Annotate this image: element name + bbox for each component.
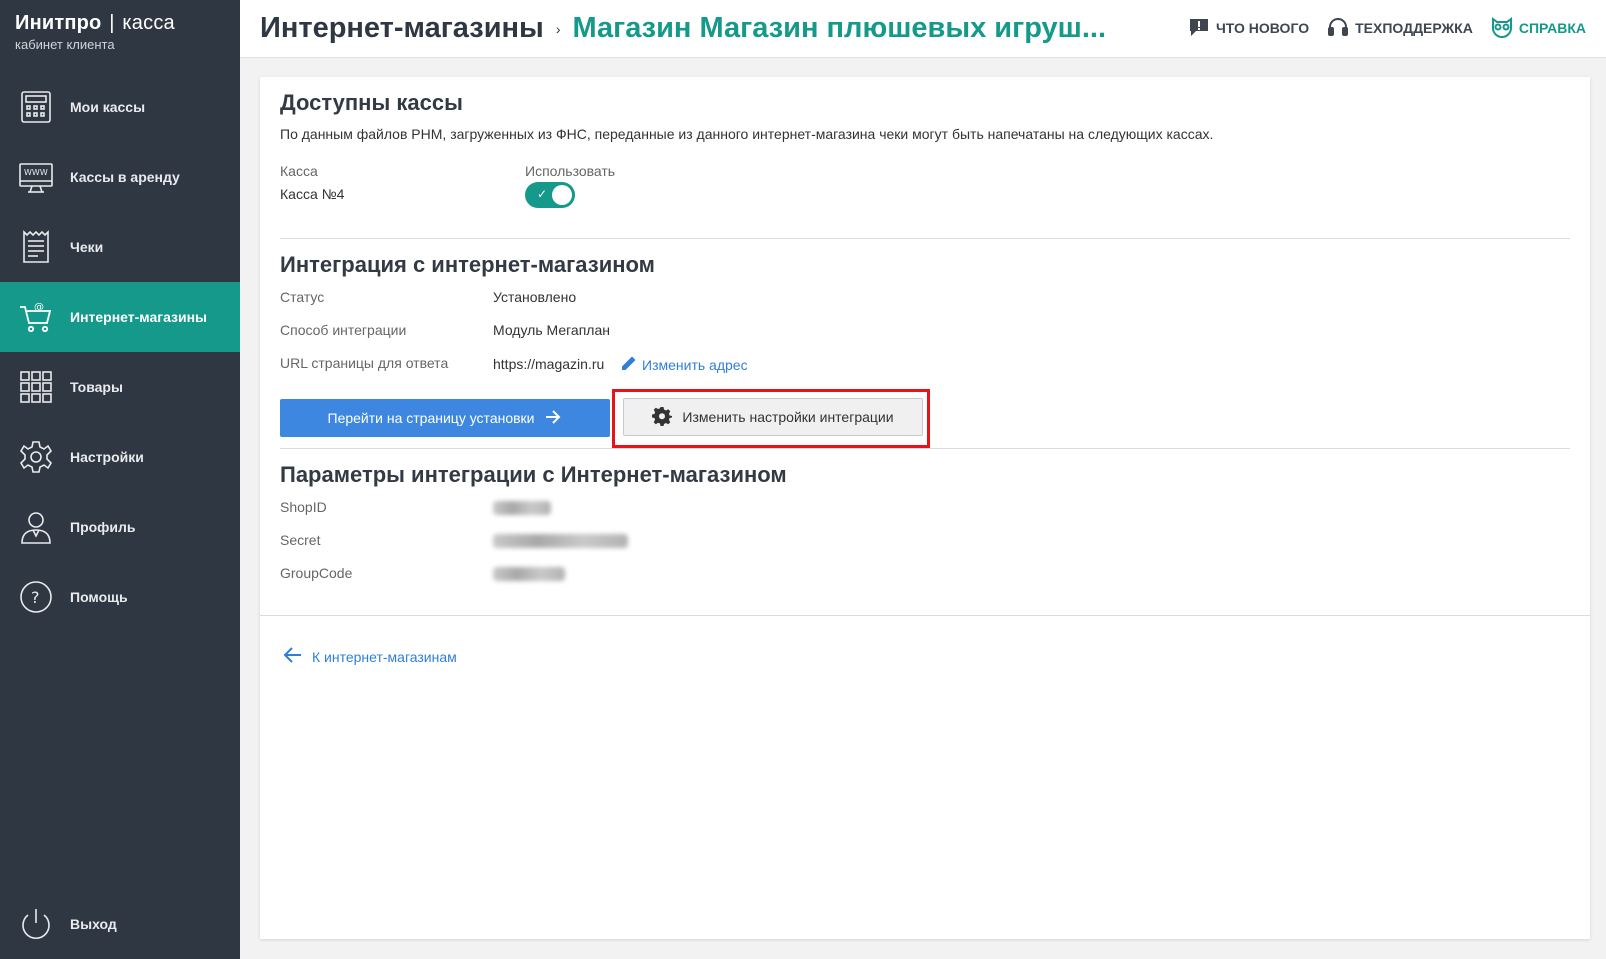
sidebar-item-label: Профиль (70, 519, 136, 535)
secret-label: Secret (280, 532, 321, 548)
col-kassa-header: Касса (280, 163, 318, 179)
headset-icon (1327, 16, 1355, 41)
back-link-label: К интернет-магазинам (312, 648, 457, 665)
sidebar-nav: Мои кассы WWW Кассы в аренду Чеки @ Инте… (0, 72, 240, 632)
back-to-stores-link[interactable]: К интернет-магазинам (282, 644, 457, 669)
url-value: https://magazin.ru (493, 356, 605, 372)
divider (280, 448, 1570, 449)
cashboxes-title: Доступны кассы (280, 90, 463, 115)
help-link[interactable]: Справка (1491, 16, 1586, 41)
cashboxes-description: По данным файлов РНМ, загруженных из ФНС… (280, 126, 1214, 142)
arrow-left-icon (282, 644, 312, 669)
sidebar-item-products[interactable]: Товары (0, 352, 240, 422)
chat-alert-icon (1188, 16, 1216, 41)
header-links: Что нового Техподдержка Справка (1188, 0, 1586, 56)
sidebar-item-rent-cashboxes[interactable]: WWW Кассы в аренду (0, 142, 240, 212)
breadcrumb-root[interactable]: Интернет-магазины (260, 12, 544, 45)
shopid-label: ShopID (280, 499, 327, 515)
integration-settings-button[interactable]: Изменить настройки интеграции (623, 398, 923, 436)
install-page-label: Перейти на страницу установки (327, 410, 535, 426)
main-card: Доступны кассы По данным файлов РНМ, заг… (260, 77, 1590, 939)
user-icon (18, 509, 54, 545)
integration-settings-label: Изменить настройки интеграции (682, 409, 894, 425)
gear-icon (18, 439, 54, 475)
pencil-icon (620, 354, 642, 375)
toggle-knob (552, 185, 572, 205)
receipt-icon (18, 229, 54, 265)
change-address-label: Изменить адрес (642, 356, 748, 373)
www-monitor-icon: WWW (18, 159, 54, 195)
header: Интернет-магазины › Магазин Магазин плюш… (240, 0, 1606, 58)
sidebar-item-label: Помощь (70, 589, 128, 605)
use-cashbox-toggle[interactable]: ✓ (525, 182, 575, 208)
sidebar-item-label: Кассы в аренду (70, 169, 180, 185)
params-title: Параметры интеграции с Интернет-магазино… (280, 462, 787, 487)
brand-name: Инитпро (15, 12, 102, 34)
arrow-right-icon (535, 407, 563, 430)
svg-text:@: @ (34, 302, 44, 313)
grid-icon (18, 369, 54, 405)
col-use-header: Использовать (525, 163, 616, 179)
breadcrumb-separator: › (555, 20, 561, 37)
sidebar-item-label: Интернет-магазины (70, 309, 208, 325)
install-page-button[interactable]: Перейти на страницу установки (280, 399, 610, 437)
status-value: Установлено (493, 289, 577, 305)
method-value: Модуль Мегаплан (493, 322, 610, 338)
sidebar-item-my-cashboxes[interactable]: Мои кассы (0, 72, 240, 142)
secret-value-redacted (493, 534, 628, 548)
divider (280, 238, 1570, 239)
sidebar-item-receipts[interactable]: Чеки (0, 212, 240, 282)
brand: Инитпро | касса кабинет клиента (0, 0, 240, 60)
support-label: Техподдержка (1355, 20, 1473, 36)
logout-label: Выход (70, 916, 117, 932)
power-icon (18, 906, 54, 942)
svg-text:WWW: WWW (24, 168, 48, 177)
whats-new-link[interactable]: Что нового (1188, 16, 1309, 41)
url-label: URL страницы для ответа (280, 355, 449, 371)
sidebar-item-label: Мои кассы (70, 99, 146, 115)
sidebar-item-help[interactable]: ? Помощь (0, 562, 240, 632)
groupcode-value-redacted (493, 567, 565, 581)
question-icon: ? (18, 579, 54, 615)
help-label: Справка (1518, 20, 1586, 36)
method-label: Способ интеграции (280, 322, 407, 338)
cash-register-icon (18, 89, 54, 125)
sidebar-item-label: Товары (70, 379, 123, 395)
shopid-value-redacted (493, 501, 551, 515)
cashbox-name: Касса №4 (280, 186, 345, 202)
shopping-cart-icon: @ (18, 299, 54, 335)
page-title: Магазин Магазин плюшевых игруш... (572, 12, 1107, 44)
support-link[interactable]: Техподдержка (1327, 16, 1473, 41)
divider (260, 615, 1590, 616)
brand-separator: | (109, 12, 115, 34)
logout-button[interactable]: Выход (0, 889, 240, 959)
sidebar-item-label: Чеки (70, 239, 104, 255)
brand-subtitle: кабинет клиента (15, 37, 115, 52)
gear-icon (652, 406, 682, 429)
groupcode-label: GroupCode (280, 565, 353, 581)
check-icon: ✓ (537, 187, 548, 201)
sidebar-item-online-stores[interactable]: @ Интернет-магазины (0, 282, 240, 352)
status-label: Статус (280, 289, 325, 305)
sidebar: Инитпро | касса кабинет клиента Мои касс… (0, 0, 240, 959)
whats-new-label: Что нового (1215, 20, 1310, 36)
sidebar-item-profile[interactable]: Профиль (0, 492, 240, 562)
change-address-link[interactable]: Изменить адрес (620, 354, 748, 375)
brand-title: Инитпро | касса (15, 12, 224, 35)
integration-title: Интеграция с интернет-магазином (280, 252, 655, 277)
sidebar-item-settings[interactable]: Настройки (0, 422, 240, 492)
svg-text:?: ? (31, 588, 40, 607)
cashboxes-section: Доступны кассы (280, 90, 1570, 116)
sidebar-item-label: Настройки (70, 449, 144, 465)
brand-product: касса (122, 12, 175, 34)
owl-icon (1491, 16, 1519, 41)
